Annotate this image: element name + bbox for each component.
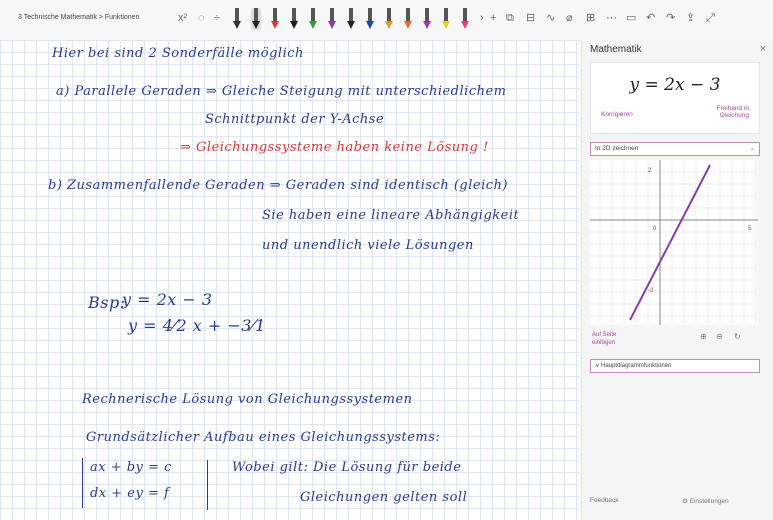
recognized-equation: y = 2x − 3 — [629, 75, 721, 95]
note-line-1: Hier bei sind 2 Sonderfälle möglich — [52, 46, 304, 61]
fullscreen-icon[interactable]: ⤢ — [706, 11, 715, 25]
pen-tool-6[interactable] — [327, 8, 337, 30]
note-line-9: Grundsätzlicher Aufbau eines Gleichungss… — [86, 430, 441, 445]
example-eq-1: y = 2x − 3 — [122, 290, 213, 309]
add-space-icon[interactable]: ÷ — [214, 11, 220, 25]
pen-tool-2[interactable] — [251, 8, 261, 30]
math-panel: Mathematik × y = 2x − 3 Korrigieren Frei… — [581, 40, 773, 520]
ink-to-equation-link[interactable]: Freihand in Gleichung — [716, 105, 749, 119]
zoom-in-icon[interactable]: ⊕ — [700, 332, 707, 341]
example-eq-2: y = 4⁄2 x + −3⁄1 — [128, 316, 266, 335]
insert-line-2: einfügen — [592, 340, 616, 346]
insert-on-page-link[interactable]: Auf Seite einfügen — [592, 331, 616, 347]
ink-to-shape-icon[interactable]: ⧉ — [506, 11, 514, 25]
equation-card: y = 2x − 3 Korrigieren Freihand in Gleic… — [590, 62, 760, 134]
feedback-link[interactable]: Feedback — [590, 497, 619, 504]
key-features-dropdown[interactable]: ∨ Hauptdiagrammfunktionen — [590, 359, 760, 373]
system-right-bar — [207, 460, 208, 510]
more-icon[interactable]: ⋯ — [606, 11, 617, 25]
highlighter-yellow[interactable] — [441, 8, 451, 30]
pen-tool-11[interactable] — [422, 8, 432, 30]
pen-tool-9[interactable] — [384, 8, 394, 30]
graph-grid — [590, 160, 758, 325]
zoom-out-icon[interactable]: ⊖ — [716, 332, 723, 341]
note-canvas[interactable]: Hier bei sind 2 Sonderfälle möglich a) P… — [0, 40, 580, 520]
share-icon[interactable]: ⇪ — [686, 11, 695, 25]
reset-view-icon[interactable]: ↻ — [734, 332, 741, 341]
eraser-icon[interactable]: ⌀ — [566, 11, 573, 25]
redo-icon[interactable]: ↷ — [666, 11, 675, 25]
ruler-icon[interactable]: ▭ — [626, 11, 636, 25]
add-pen-icon[interactable]: + — [490, 11, 496, 25]
lasso-icon[interactable]: ◌ — [198, 11, 205, 25]
tick-y-bottom: -2 — [648, 288, 654, 294]
note-line-7: und unendlich viele Lösungen — [262, 238, 474, 253]
system-left-bar — [82, 458, 83, 508]
action-dropdown[interactable]: In 2D zeichnen ⌄ — [590, 142, 760, 156]
pen-tool-10[interactable] — [403, 8, 413, 30]
insert-line-1: Auf Seite — [592, 332, 617, 338]
pen-tool-1[interactable] — [232, 8, 242, 30]
note-line-6: Sie haben eine lineare Abhängigkeit — [262, 208, 520, 223]
note-line-11: Gleichungen gelten soll — [300, 490, 468, 505]
graph-area[interactable]: 2 0 5 -2 — [590, 160, 758, 325]
note-line-2: a) Parallele Geraden ⇒ Gleiche Steigung … — [56, 84, 507, 99]
settings-link[interactable]: ⚙ Einstellungen — [682, 497, 729, 505]
tick-origin: 0 — [653, 226, 657, 232]
system-eq-1: ax + by = c — [90, 460, 172, 475]
ink-to-math-icon[interactable]: ∿ — [546, 11, 555, 25]
pen-tool-4[interactable] — [289, 8, 299, 30]
ink-to-equation-line-2: Gleichung — [719, 112, 749, 119]
note-line-4-red: ⇒ Gleichungssysteme haben keine Lösung ! — [180, 140, 489, 155]
highlighter-pink[interactable] — [460, 8, 470, 30]
pen-tool-3[interactable] — [270, 8, 280, 30]
ribbon-toolbar: 3 Technische Mathematik > Funktionen x² … — [0, 0, 773, 41]
example-label: Bsp: — [88, 293, 126, 312]
system-eq-2: dx + ey = f — [90, 486, 170, 501]
pen-tool-5[interactable] — [308, 8, 318, 30]
math-icon[interactable]: x² — [178, 11, 187, 25]
pen-tool-8[interactable] — [365, 8, 375, 30]
ink-to-text-icon[interactable]: ⊟ — [526, 11, 535, 25]
function-line — [629, 164, 711, 321]
graph-svg: 2 0 5 -2 — [590, 160, 758, 325]
chevron-down-icon: ⌄ — [749, 145, 755, 152]
replay-icon[interactable]: ⊞ — [586, 11, 595, 25]
tick-x-right: 5 — [748, 226, 752, 232]
correct-link[interactable]: Korrigieren — [601, 111, 633, 118]
close-icon[interactable]: × — [760, 43, 766, 55]
tick-y-top: 2 — [648, 168, 652, 174]
note-line-10: Wobei gilt: Die Lösung für beide — [232, 460, 462, 475]
note-line-5: b) Zusammenfallende Geraden ⇒ Geraden si… — [48, 178, 508, 193]
action-dropdown-label: In 2D zeichnen — [595, 145, 639, 152]
undo-icon[interactable]: ↶ — [646, 11, 655, 25]
panel-title: Mathematik — [590, 44, 642, 55]
ink-to-equation-line-1: Freihand in — [716, 105, 749, 112]
pen-tool-7[interactable] — [346, 8, 356, 30]
note-line-8: Rechnerische Lösung von Gleichungssystem… — [82, 392, 413, 407]
more-pens-icon[interactable]: › — [480, 11, 484, 25]
note-line-3: Schnittpunkt der Y-Achse — [205, 112, 385, 127]
breadcrumb[interactable]: 3 Technische Mathematik > Funktionen — [18, 14, 139, 21]
